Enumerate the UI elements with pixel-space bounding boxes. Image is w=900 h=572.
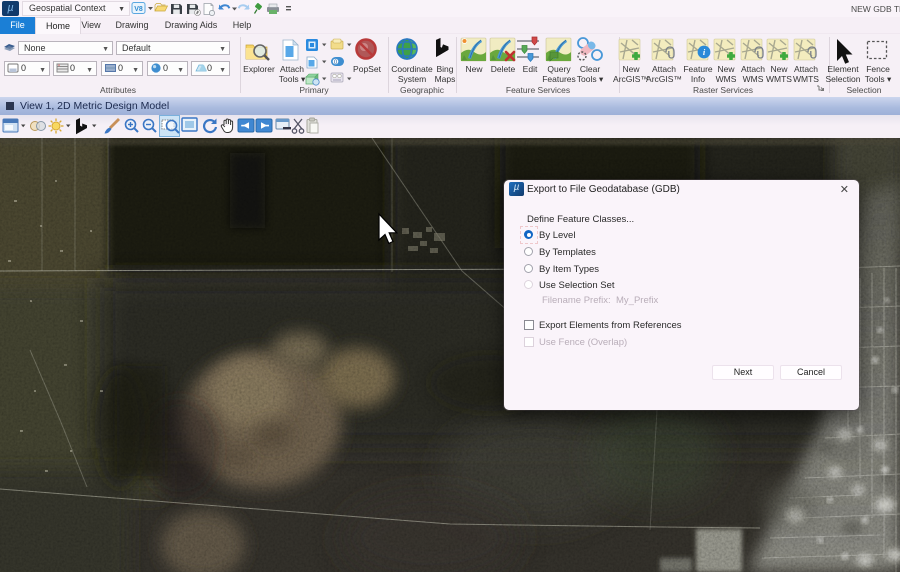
svg-text:V8: V8 (134, 6, 143, 13)
